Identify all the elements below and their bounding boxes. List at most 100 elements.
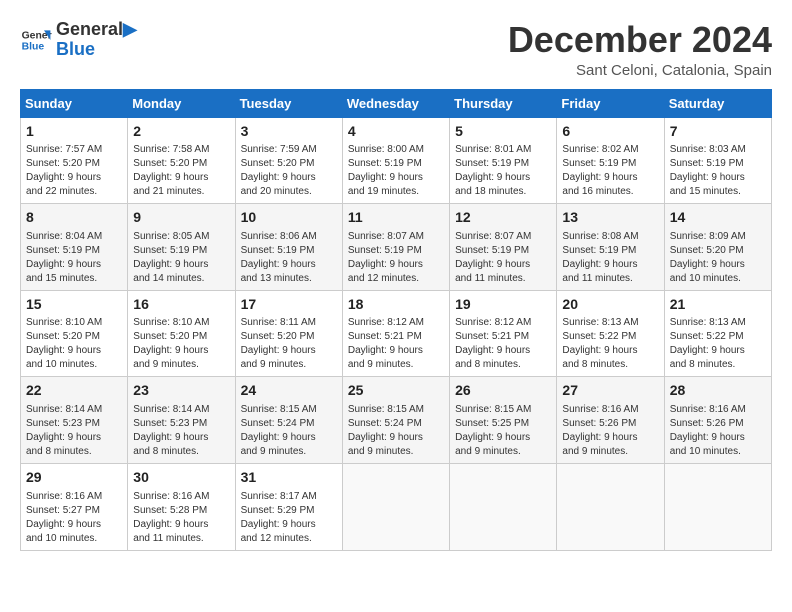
weekday-header-monday: Monday <box>128 89 235 117</box>
calendar-title: December 2024 <box>508 20 772 60</box>
day-number: 19 <box>455 295 551 315</box>
day-number: 21 <box>670 295 766 315</box>
day-number: 22 <box>26 381 122 401</box>
day-number: 26 <box>455 381 551 401</box>
day-info: Sunrise: 7:59 AMSunset: 5:20 PMDaylight:… <box>241 143 337 199</box>
calendar-cell: 30Sunrise: 8:16 AMSunset: 5:28 PMDayligh… <box>128 463 235 550</box>
day-number: 16 <box>133 295 229 315</box>
weekday-header-wednesday: Wednesday <box>342 89 449 117</box>
day-info: Sunrise: 8:08 AMSunset: 5:19 PMDaylight:… <box>562 230 658 286</box>
day-info: Sunrise: 8:16 AMSunset: 5:28 PMDaylight:… <box>133 490 229 546</box>
calendar-cell: 9Sunrise: 8:05 AMSunset: 5:19 PMDaylight… <box>128 204 235 291</box>
day-info: Sunrise: 8:12 AMSunset: 5:21 PMDaylight:… <box>455 316 551 372</box>
day-info: Sunrise: 8:01 AMSunset: 5:19 PMDaylight:… <box>455 143 551 199</box>
calendar-cell: 6Sunrise: 8:02 AMSunset: 5:19 PMDaylight… <box>557 117 664 204</box>
day-number: 18 <box>348 295 444 315</box>
page-header: General Blue General▶ Blue December 2024… <box>20 20 772 79</box>
logo-line2: Blue <box>56 40 137 60</box>
calendar-cell <box>450 463 557 550</box>
day-info: Sunrise: 8:12 AMSunset: 5:21 PMDaylight:… <box>348 316 444 372</box>
day-number: 14 <box>670 208 766 228</box>
day-number: 11 <box>348 208 444 228</box>
weekday-header-row: SundayMondayTuesdayWednesdayThursdayFrid… <box>21 89 772 117</box>
logo-line1: General▶ <box>56 20 137 40</box>
day-number: 1 <box>26 122 122 142</box>
calendar-cell: 15Sunrise: 8:10 AMSunset: 5:20 PMDayligh… <box>21 290 128 377</box>
calendar-cell: 8Sunrise: 8:04 AMSunset: 5:19 PMDaylight… <box>21 204 128 291</box>
calendar-cell <box>557 463 664 550</box>
day-info: Sunrise: 8:13 AMSunset: 5:22 PMDaylight:… <box>562 316 658 372</box>
day-number: 7 <box>670 122 766 142</box>
calendar-cell: 10Sunrise: 8:06 AMSunset: 5:19 PMDayligh… <box>235 204 342 291</box>
day-number: 30 <box>133 468 229 488</box>
calendar-cell: 29Sunrise: 8:16 AMSunset: 5:27 PMDayligh… <box>21 463 128 550</box>
day-number: 20 <box>562 295 658 315</box>
day-info: Sunrise: 8:16 AMSunset: 5:26 PMDaylight:… <box>562 403 658 459</box>
calendar-cell: 19Sunrise: 8:12 AMSunset: 5:21 PMDayligh… <box>450 290 557 377</box>
day-info: Sunrise: 8:07 AMSunset: 5:19 PMDaylight:… <box>455 230 551 286</box>
calendar-cell <box>342 463 449 550</box>
day-info: Sunrise: 8:03 AMSunset: 5:19 PMDaylight:… <box>670 143 766 199</box>
svg-text:Blue: Blue <box>22 41 45 52</box>
day-info: Sunrise: 7:58 AMSunset: 5:20 PMDaylight:… <box>133 143 229 199</box>
day-number: 13 <box>562 208 658 228</box>
day-number: 29 <box>26 468 122 488</box>
calendar-cell: 20Sunrise: 8:13 AMSunset: 5:22 PMDayligh… <box>557 290 664 377</box>
calendar-cell: 4Sunrise: 8:00 AMSunset: 5:19 PMDaylight… <box>342 117 449 204</box>
calendar-cell: 13Sunrise: 8:08 AMSunset: 5:19 PMDayligh… <box>557 204 664 291</box>
calendar-cell: 25Sunrise: 8:15 AMSunset: 5:24 PMDayligh… <box>342 377 449 464</box>
day-number: 15 <box>26 295 122 315</box>
day-number: 27 <box>562 381 658 401</box>
day-info: Sunrise: 8:06 AMSunset: 5:19 PMDaylight:… <box>241 230 337 286</box>
calendar-cell: 2Sunrise: 7:58 AMSunset: 5:20 PMDaylight… <box>128 117 235 204</box>
day-info: Sunrise: 8:09 AMSunset: 5:20 PMDaylight:… <box>670 230 766 286</box>
day-number: 8 <box>26 208 122 228</box>
day-info: Sunrise: 8:00 AMSunset: 5:19 PMDaylight:… <box>348 143 444 199</box>
weekday-header-sunday: Sunday <box>21 89 128 117</box>
calendar-cell: 16Sunrise: 8:10 AMSunset: 5:20 PMDayligh… <box>128 290 235 377</box>
calendar-cell: 27Sunrise: 8:16 AMSunset: 5:26 PMDayligh… <box>557 377 664 464</box>
day-number: 10 <box>241 208 337 228</box>
calendar-subtitle: Sant Celoni, Catalonia, Spain <box>508 62 772 79</box>
day-number: 17 <box>241 295 337 315</box>
day-info: Sunrise: 8:14 AMSunset: 5:23 PMDaylight:… <box>133 403 229 459</box>
day-number: 28 <box>670 381 766 401</box>
day-number: 6 <box>562 122 658 142</box>
calendar-cell: 31Sunrise: 8:17 AMSunset: 5:29 PMDayligh… <box>235 463 342 550</box>
calendar-table: SundayMondayTuesdayWednesdayThursdayFrid… <box>20 89 772 551</box>
weekday-header-saturday: Saturday <box>664 89 771 117</box>
day-info: Sunrise: 8:05 AMSunset: 5:19 PMDaylight:… <box>133 230 229 286</box>
day-number: 24 <box>241 381 337 401</box>
day-info: Sunrise: 8:16 AMSunset: 5:27 PMDaylight:… <box>26 490 122 546</box>
title-section: December 2024 Sant Celoni, Catalonia, Sp… <box>508 20 772 79</box>
calendar-cell: 12Sunrise: 8:07 AMSunset: 5:19 PMDayligh… <box>450 204 557 291</box>
day-info: Sunrise: 8:16 AMSunset: 5:26 PMDaylight:… <box>670 403 766 459</box>
calendar-week-row: 29Sunrise: 8:16 AMSunset: 5:27 PMDayligh… <box>21 463 772 550</box>
weekday-header-tuesday: Tuesday <box>235 89 342 117</box>
calendar-week-row: 1Sunrise: 7:57 AMSunset: 5:20 PMDaylight… <box>21 117 772 204</box>
day-info: Sunrise: 8:11 AMSunset: 5:20 PMDaylight:… <box>241 316 337 372</box>
calendar-cell: 7Sunrise: 8:03 AMSunset: 5:19 PMDaylight… <box>664 117 771 204</box>
day-info: Sunrise: 8:15 AMSunset: 5:24 PMDaylight:… <box>241 403 337 459</box>
day-number: 5 <box>455 122 551 142</box>
day-info: Sunrise: 8:02 AMSunset: 5:19 PMDaylight:… <box>562 143 658 199</box>
day-info: Sunrise: 8:14 AMSunset: 5:23 PMDaylight:… <box>26 403 122 459</box>
day-info: Sunrise: 8:15 AMSunset: 5:24 PMDaylight:… <box>348 403 444 459</box>
weekday-header-thursday: Thursday <box>450 89 557 117</box>
calendar-cell: 1Sunrise: 7:57 AMSunset: 5:20 PMDaylight… <box>21 117 128 204</box>
day-info: Sunrise: 8:17 AMSunset: 5:29 PMDaylight:… <box>241 490 337 546</box>
calendar-cell: 18Sunrise: 8:12 AMSunset: 5:21 PMDayligh… <box>342 290 449 377</box>
calendar-cell: 3Sunrise: 7:59 AMSunset: 5:20 PMDaylight… <box>235 117 342 204</box>
day-number: 3 <box>241 122 337 142</box>
calendar-cell: 21Sunrise: 8:13 AMSunset: 5:22 PMDayligh… <box>664 290 771 377</box>
day-number: 12 <box>455 208 551 228</box>
calendar-cell: 14Sunrise: 8:09 AMSunset: 5:20 PMDayligh… <box>664 204 771 291</box>
day-info: Sunrise: 8:13 AMSunset: 5:22 PMDaylight:… <box>670 316 766 372</box>
day-number: 2 <box>133 122 229 142</box>
day-info: Sunrise: 8:04 AMSunset: 5:19 PMDaylight:… <box>26 230 122 286</box>
day-info: Sunrise: 8:10 AMSunset: 5:20 PMDaylight:… <box>133 316 229 372</box>
weekday-header-friday: Friday <box>557 89 664 117</box>
calendar-week-row: 22Sunrise: 8:14 AMSunset: 5:23 PMDayligh… <box>21 377 772 464</box>
day-info: Sunrise: 8:07 AMSunset: 5:19 PMDaylight:… <box>348 230 444 286</box>
day-number: 31 <box>241 468 337 488</box>
